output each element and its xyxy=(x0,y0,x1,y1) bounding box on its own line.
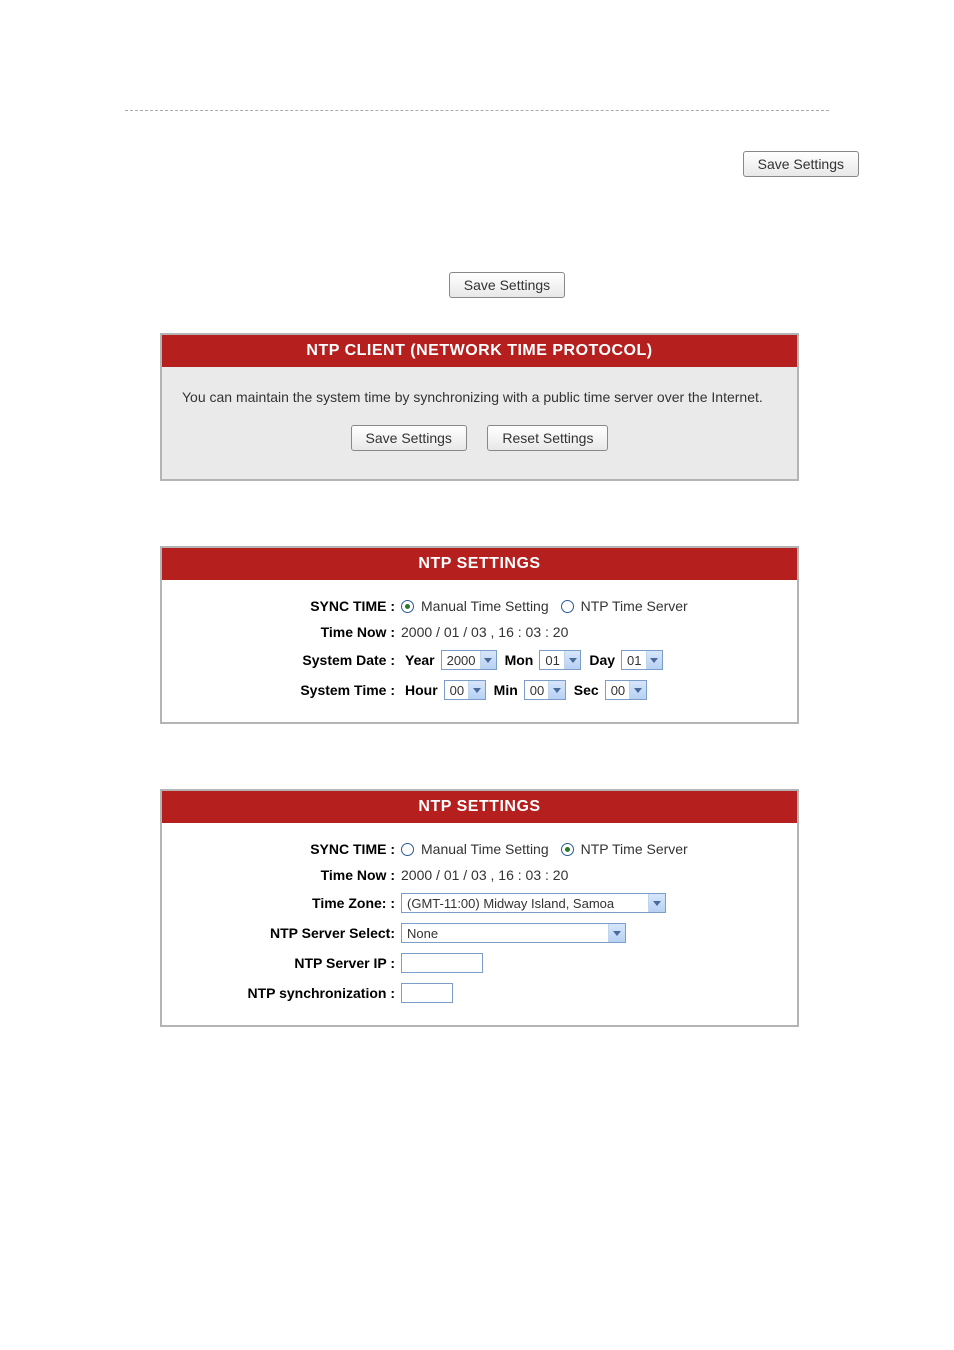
mon-label: Mon xyxy=(505,652,534,668)
min-value: 00 xyxy=(525,681,548,699)
ntp-settings-server-panel: NTP SETTINGS SYNC TIME : Manual Time Set… xyxy=(160,789,799,1027)
year-label: Year xyxy=(405,652,435,668)
day-select[interactable]: 01 xyxy=(621,650,663,670)
radio-manual-1[interactable] xyxy=(401,600,414,613)
hour-select[interactable]: 00 xyxy=(444,680,486,700)
system-date-label: System Date : xyxy=(177,652,401,668)
chevron-down-icon xyxy=(468,681,485,699)
time-now-label-1: Time Now : xyxy=(177,624,401,640)
radio-manual-label-1: Manual Time Setting xyxy=(421,598,549,614)
divider xyxy=(125,110,829,111)
hour-label: Hour xyxy=(405,682,438,698)
sync-time-label: SYNC TIME : xyxy=(177,598,401,614)
radio-manual-label-2: Manual Time Setting xyxy=(421,841,549,857)
timezone-select[interactable]: (GMT-11:00) Midway Island, Samoa xyxy=(401,893,666,913)
min-label: Min xyxy=(494,682,518,698)
chevron-down-icon xyxy=(608,924,625,942)
day-label: Day xyxy=(589,652,615,668)
time-now-value-1: 2000 / 01 / 03 , 16 : 03 : 20 xyxy=(401,624,568,640)
year-select[interactable]: 2000 xyxy=(441,650,497,670)
sec-select[interactable]: 00 xyxy=(605,680,647,700)
chevron-down-icon xyxy=(480,651,496,669)
reset-settings-button[interactable]: Reset Settings xyxy=(487,425,608,451)
sec-value: 00 xyxy=(606,681,629,699)
ntp-settings-header-2: NTP SETTINGS xyxy=(162,791,797,823)
year-value: 2000 xyxy=(442,651,480,669)
chevron-down-icon xyxy=(648,894,665,912)
save-settings-button-top[interactable]: Save Settings xyxy=(743,151,859,177)
sync-time-label-2: SYNC TIME : xyxy=(177,841,401,857)
day-value: 01 xyxy=(622,651,645,669)
save-settings-button[interactable]: Save Settings xyxy=(351,425,467,451)
ntp-server-ip-input[interactable] xyxy=(401,953,483,973)
ntp-client-description: You can maintain the system time by sync… xyxy=(177,389,782,405)
chevron-down-icon xyxy=(548,681,565,699)
min-select[interactable]: 00 xyxy=(524,680,566,700)
timezone-value: (GMT-11:00) Midway Island, Samoa xyxy=(402,894,648,912)
chevron-down-icon xyxy=(564,651,581,669)
save-settings-button-mid[interactable]: Save Settings xyxy=(449,272,565,298)
hour-value: 00 xyxy=(445,681,468,699)
ntp-settings-header-1: NTP SETTINGS xyxy=(162,548,797,580)
ntp-server-select[interactable]: None xyxy=(401,923,626,943)
time-now-value-2: 2000 / 01 / 03 , 16 : 03 : 20 xyxy=(401,867,568,883)
time-now-label-2: Time Now : xyxy=(177,867,401,883)
ntp-sync-input[interactable] xyxy=(401,983,453,1003)
mon-value: 01 xyxy=(540,651,563,669)
radio-ntp-label-1: NTP Time Server xyxy=(581,598,688,614)
chevron-down-icon xyxy=(646,651,663,669)
system-time-label: System Time : xyxy=(177,682,401,698)
server-select-value: None xyxy=(402,924,608,942)
radio-ntp-label-2: NTP Time Server xyxy=(581,841,688,857)
radio-ntp-1[interactable] xyxy=(561,600,574,613)
month-select[interactable]: 01 xyxy=(539,650,581,670)
timezone-label: Time Zone: : xyxy=(177,895,401,911)
server-select-label: NTP Server Select: xyxy=(177,925,401,941)
ntp-client-header: NTP CLIENT (NETWORK TIME PROTOCOL) xyxy=(162,335,797,367)
radio-ntp-2[interactable] xyxy=(561,843,574,856)
ntp-client-panel: NTP CLIENT (NETWORK TIME PROTOCOL) You c… xyxy=(160,333,799,481)
radio-manual-2[interactable] xyxy=(401,843,414,856)
ntp-settings-manual-panel: NTP SETTINGS SYNC TIME : Manual Time Set… xyxy=(160,546,799,724)
sync-label: NTP synchronization : xyxy=(177,985,401,1001)
chevron-down-icon xyxy=(629,681,646,699)
server-ip-label: NTP Server IP : xyxy=(177,955,401,971)
sec-label: Sec xyxy=(574,682,599,698)
